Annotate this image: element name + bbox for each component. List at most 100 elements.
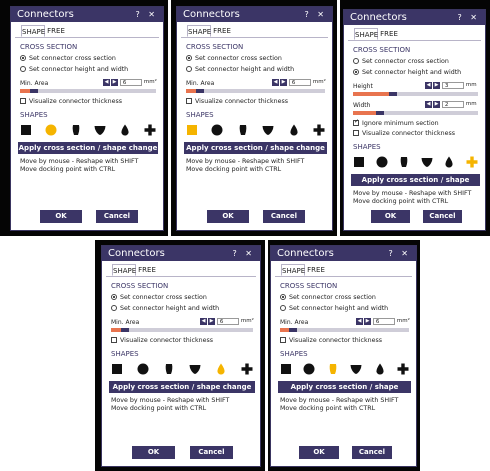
increment-arrow-icon[interactable]: ▶ [364,318,371,325]
param-slider-handle[interactable] [121,328,129,332]
param-slider-handle[interactable] [30,89,38,93]
tab-free[interactable]: FREE [46,25,66,37]
param-slider-handle[interactable] [389,92,397,96]
radio-dot-icon[interactable] [186,66,192,72]
ok-button[interactable]: OK [371,210,410,223]
tab-free[interactable]: FREE [137,264,157,276]
increment-arrow-icon[interactable]: ▶ [208,318,215,325]
param-stepper[interactable]: ◀ ▶ 2 mm [425,101,477,109]
decrement-arrow-icon[interactable]: ◀ [272,79,279,86]
cancel-button[interactable]: Cancel [352,446,392,459]
cancel-button[interactable]: Cancel [263,210,305,223]
increment-arrow-icon[interactable]: ▶ [280,79,287,86]
tab-shape[interactable]: SHAPE [187,25,211,37]
checkbox-icon[interactable] [186,98,192,104]
param-slider-handle[interactable] [376,111,384,115]
decrement-arrow-icon[interactable]: ◀ [103,79,110,86]
param-slider-track[interactable] [353,92,478,96]
radio-cross-section[interactable]: Set connector cross section [353,58,449,65]
radio-dot-icon[interactable] [186,55,192,61]
decrement-arrow-icon[interactable]: ◀ [200,318,207,325]
param-value-input[interactable]: 2 [441,101,464,108]
param-slider-handle[interactable] [196,89,204,93]
cancel-button[interactable]: Cancel [96,210,138,223]
param-slider-track[interactable] [111,328,253,332]
apply-shape-button[interactable]: Apply cross section / shape change [351,174,480,196]
help-close-icons[interactable]: ? ✕ [136,8,159,21]
radio-dot-icon[interactable] [20,55,26,61]
radio-dot-icon[interactable] [280,305,286,311]
radio-height-width[interactable]: Set connector height and width [280,305,388,312]
visualize-thickness-checkbox[interactable]: Visualize connector thickness [186,98,288,105]
radio-height-width[interactable]: Set connector height and width [353,69,461,76]
cancel-button[interactable]: Cancel [423,210,462,223]
checkbox-icon[interactable] [353,130,359,136]
param-stepper[interactable]: ◀ ▶ 6 mm² [103,79,157,87]
checkbox-icon[interactable] [353,118,359,126]
radio-height-width[interactable]: Set connector height and width [111,305,219,312]
apply-shape-button[interactable]: Apply cross section / shape change [18,142,158,154]
dialog-title-bar[interactable]: Connectors ? ✕ [344,10,485,25]
dialog-title-bar[interactable]: Connectors ? ✕ [11,7,163,22]
param-value-input[interactable]: 6 [216,318,239,325]
help-close-icons[interactable]: ? ✕ [305,8,328,21]
increment-arrow-icon[interactable]: ▶ [111,79,118,86]
param-slider-track[interactable] [280,328,409,332]
param-stepper[interactable]: ◀ ▶ 6 mm² [272,79,326,87]
radio-cross-section[interactable]: Set connector cross section [20,55,116,62]
radio-dot-icon[interactable] [20,66,26,72]
param-value-input[interactable]: 6 [119,79,142,86]
apply-shape-button[interactable]: Apply cross section / shape change [278,381,411,403]
radio-cross-section[interactable]: Set connector cross section [111,294,207,301]
ignore-minimum-checkbox[interactable]: Ignore minimum section [353,118,439,127]
cancel-button[interactable]: Cancel [190,446,233,459]
param-slider-handle[interactable] [289,328,297,332]
param-value-input[interactable]: 6 [372,318,395,325]
visualize-thickness-checkbox[interactable]: Visualize connector thickness [111,337,213,344]
tab-free[interactable]: FREE [212,25,232,37]
radio-dot-icon[interactable] [353,69,359,75]
ok-button[interactable]: OK [132,446,175,459]
tab-shape[interactable]: SHAPE [354,28,378,40]
dialog-title-bar[interactable]: Connectors ? ✕ [271,246,416,261]
param-value-input[interactable]: 3 [441,82,464,89]
radio-cross-section[interactable]: Set connector cross section [186,55,282,62]
increment-arrow-icon[interactable]: ▶ [433,82,440,89]
radio-dot-icon[interactable] [111,305,117,311]
visualize-thickness-checkbox[interactable]: Visualize connector thickness [353,130,455,137]
dialog-title-bar[interactable]: Connectors ? ✕ [177,7,332,22]
radio-dot-icon[interactable] [280,294,286,300]
help-close-icons[interactable]: ? ✕ [233,247,256,260]
tab-free[interactable]: FREE [306,264,326,276]
param-slider-track[interactable] [353,111,478,115]
increment-arrow-icon[interactable]: ▶ [433,101,440,108]
ok-button[interactable]: OK [299,446,339,459]
tab-shape[interactable]: SHAPE [112,264,136,276]
tab-free[interactable]: FREE [379,28,399,40]
tab-shape[interactable]: SHAPE [281,264,305,276]
checkbox-icon[interactable] [111,337,117,343]
param-slider-track[interactable] [20,89,156,93]
param-value-input[interactable]: 6 [288,79,311,86]
param-stepper[interactable]: ◀ ▶ 6 mm² [200,318,254,326]
radio-dot-icon[interactable] [111,294,117,300]
apply-shape-button[interactable]: Apply cross section / shape change [109,381,255,393]
decrement-arrow-icon[interactable]: ◀ [425,101,432,108]
radio-dot-icon[interactable] [353,58,359,64]
param-stepper[interactable]: ◀ ▶ 3 mm [425,82,477,90]
ok-button[interactable]: OK [207,210,249,223]
apply-shape-button[interactable]: Apply cross section / shape change [184,142,327,154]
radio-height-width[interactable]: Set connector height and width [186,66,294,73]
radio-cross-section[interactable]: Set connector cross section [280,294,376,301]
checkbox-icon[interactable] [280,337,286,343]
help-close-icons[interactable]: ? ✕ [458,11,481,24]
dialog-title-bar[interactable]: Connectors ? ✕ [102,246,260,261]
tab-shape[interactable]: SHAPE [21,25,45,37]
visualize-thickness-checkbox[interactable]: Visualize connector thickness [280,337,382,344]
help-close-icons[interactable]: ? ✕ [389,247,412,260]
radio-height-width[interactable]: Set connector height and width [20,66,128,73]
decrement-arrow-icon[interactable]: ◀ [425,82,432,89]
param-stepper[interactable]: ◀ ▶ 6 mm² [356,318,410,326]
visualize-thickness-checkbox[interactable]: Visualize connector thickness [20,98,122,105]
param-slider-track[interactable] [186,89,325,93]
